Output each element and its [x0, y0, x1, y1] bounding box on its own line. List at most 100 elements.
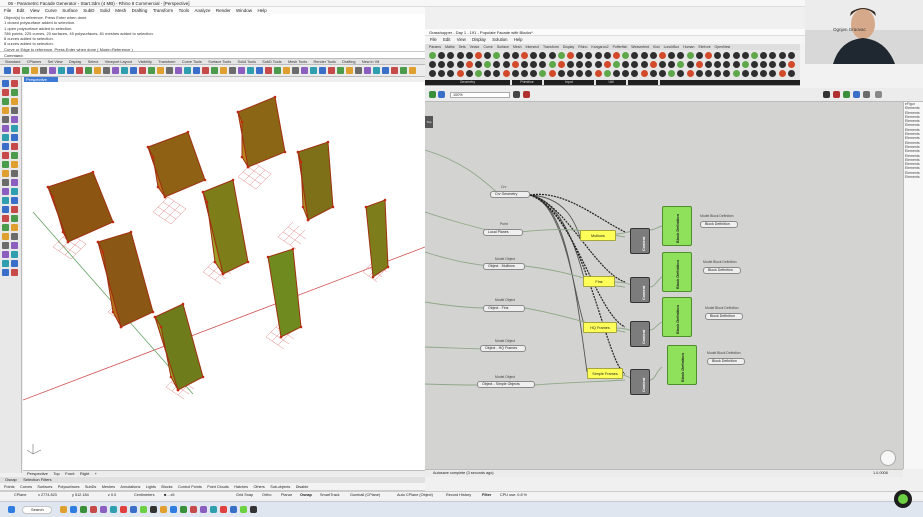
toolbar-tool-icon[interactable]: [148, 67, 155, 74]
component-icon[interactable]: [465, 52, 473, 59]
side-tool-icon[interactable]: [2, 233, 9, 240]
toolbar-tool-icon[interactable]: [85, 67, 92, 74]
block-definition-component-2[interactable]: Block Definition: [662, 252, 692, 292]
side-tool-icon[interactable]: [11, 233, 18, 240]
menu-mesh[interactable]: Mesh: [115, 8, 126, 13]
toolbar-tool-icon[interactable]: [139, 67, 146, 74]
component-icon[interactable]: [585, 61, 593, 68]
component-icon[interactable]: [502, 70, 510, 77]
component-icon[interactable]: [631, 70, 639, 77]
toolbar-tool-icon[interactable]: [364, 67, 371, 74]
menu-view[interactable]: View: [30, 8, 40, 13]
component-icon[interactable]: [778, 61, 786, 68]
menu-curve[interactable]: Curve: [45, 8, 57, 13]
model-object-simple-objects[interactable]: Object - Simple Objects: [477, 381, 535, 388]
toolbar-tool-icon[interactable]: [58, 67, 65, 74]
component-icon[interactable]: [649, 52, 657, 59]
component-icon[interactable]: [429, 52, 436, 59]
status-ortho[interactable]: Ortho: [262, 493, 272, 497]
component-icon[interactable]: [686, 52, 694, 59]
component-icon[interactable]: [484, 70, 492, 77]
side-tool-icon[interactable]: [11, 170, 18, 177]
filter-points[interactable]: Points: [4, 483, 15, 491]
taskbar-app-icon[interactable]: [220, 506, 227, 513]
output-block-def-3[interactable]: Block Definition: [705, 313, 743, 320]
menu-analyze[interactable]: Analyze: [194, 8, 210, 13]
output-block-def-1[interactable]: Block Definition: [700, 221, 738, 228]
toolbar-tool-icon[interactable]: [157, 67, 164, 74]
save-icon[interactable]: [429, 91, 436, 98]
toolbar-tool-icon[interactable]: [94, 67, 101, 74]
zoom-select[interactable]: 100%: [450, 92, 510, 98]
category-primitive[interactable]: Primitive: [512, 80, 542, 85]
crv-param[interactable]: Crv Geometry: [490, 191, 530, 198]
component-icon[interactable]: [732, 61, 740, 68]
side-tool-icon[interactable]: [2, 206, 9, 213]
menu-tools[interactable]: Tools: [179, 8, 190, 13]
status-record-history[interactable]: Record History: [446, 493, 471, 497]
gh-menu-solution[interactable]: Solution: [492, 36, 507, 44]
filter-polysurfaces[interactable]: Polysurfaces: [58, 483, 80, 491]
component-icon[interactable]: [659, 52, 666, 59]
component-icon[interactable]: [714, 61, 722, 68]
toolbar-tool-icon[interactable]: [310, 67, 317, 74]
component-icon[interactable]: [429, 61, 436, 68]
status-gumball[interactable]: Gumball (CPlane): [350, 493, 380, 497]
component-icon[interactable]: [475, 52, 482, 59]
filter-hatches[interactable]: Hatches: [234, 483, 248, 491]
component-icon[interactable]: [695, 52, 703, 59]
component-icon[interactable]: [493, 70, 501, 77]
component-icon[interactable]: [484, 52, 492, 59]
status-filter[interactable]: Filter: [482, 493, 491, 497]
side-tool-icon[interactable]: [2, 80, 9, 87]
component-icon[interactable]: [502, 61, 510, 68]
component-icon[interactable]: [438, 70, 446, 77]
panel-fins[interactable]: Fins: [583, 276, 615, 287]
filter-point-clouds[interactable]: Point Clouds: [207, 483, 229, 491]
toolbar-tool-icon[interactable]: [283, 67, 290, 74]
component-icon[interactable]: [539, 52, 547, 59]
category-geometry[interactable]: Geometry: [425, 80, 510, 85]
component-icon[interactable]: [585, 52, 593, 59]
side-tool-icon[interactable]: [11, 161, 18, 168]
component-icon[interactable]: [714, 70, 722, 77]
settings-icon[interactable]: [875, 91, 882, 98]
component-icon[interactable]: [521, 52, 528, 59]
gh-menu-view[interactable]: View: [457, 36, 466, 44]
toolbar-tool-icon[interactable]: [391, 67, 398, 74]
taskbar-app-icon[interactable]: [240, 506, 247, 513]
component-icon[interactable]: [511, 52, 519, 59]
component-icon[interactable]: [622, 52, 630, 59]
component-icon[interactable]: [548, 61, 556, 68]
component-icon[interactable]: [640, 52, 648, 59]
side-tool-icon[interactable]: [11, 242, 18, 249]
side-tool-icon[interactable]: [2, 161, 9, 168]
filter-surfaces[interactable]: Surfaces: [37, 483, 52, 491]
component-icon[interactable]: [640, 61, 648, 68]
output-block-def-2[interactable]: Block Definition: [703, 267, 741, 274]
component-icon[interactable]: [511, 61, 519, 68]
side-tool-icon[interactable]: [2, 125, 9, 132]
wire-preview-icon[interactable]: [863, 91, 870, 98]
component-icon[interactable]: [613, 70, 620, 77]
component-icon[interactable]: [594, 70, 602, 77]
component-icon[interactable]: [705, 61, 712, 68]
menu-subd[interactable]: SubD: [83, 8, 94, 13]
side-tool-icon[interactable]: [2, 134, 9, 141]
status-cplane[interactable]: CPlane: [14, 493, 26, 497]
component-icon[interactable]: [594, 61, 602, 68]
panel-simple-frames[interactable]: Simple Frames: [587, 368, 623, 379]
side-tool-icon[interactable]: [2, 170, 9, 177]
component-icon[interactable]: [622, 61, 630, 68]
command-prompt[interactable]: Command:: [0, 52, 425, 59]
toolbar-tool-icon[interactable]: [184, 67, 191, 74]
display-mode-icon[interactable]: [823, 91, 830, 98]
menu-solid[interactable]: Solid: [100, 8, 110, 13]
gh-menu-edit[interactable]: Edit: [443, 36, 450, 44]
component-icon[interactable]: [732, 52, 740, 59]
component-icon[interactable]: [438, 61, 446, 68]
component-icon[interactable]: [677, 52, 685, 59]
component-icon[interactable]: [456, 61, 464, 68]
component-icon[interactable]: [659, 61, 666, 68]
status-autocplane[interactable]: Auto CPlane (Object): [397, 493, 433, 497]
